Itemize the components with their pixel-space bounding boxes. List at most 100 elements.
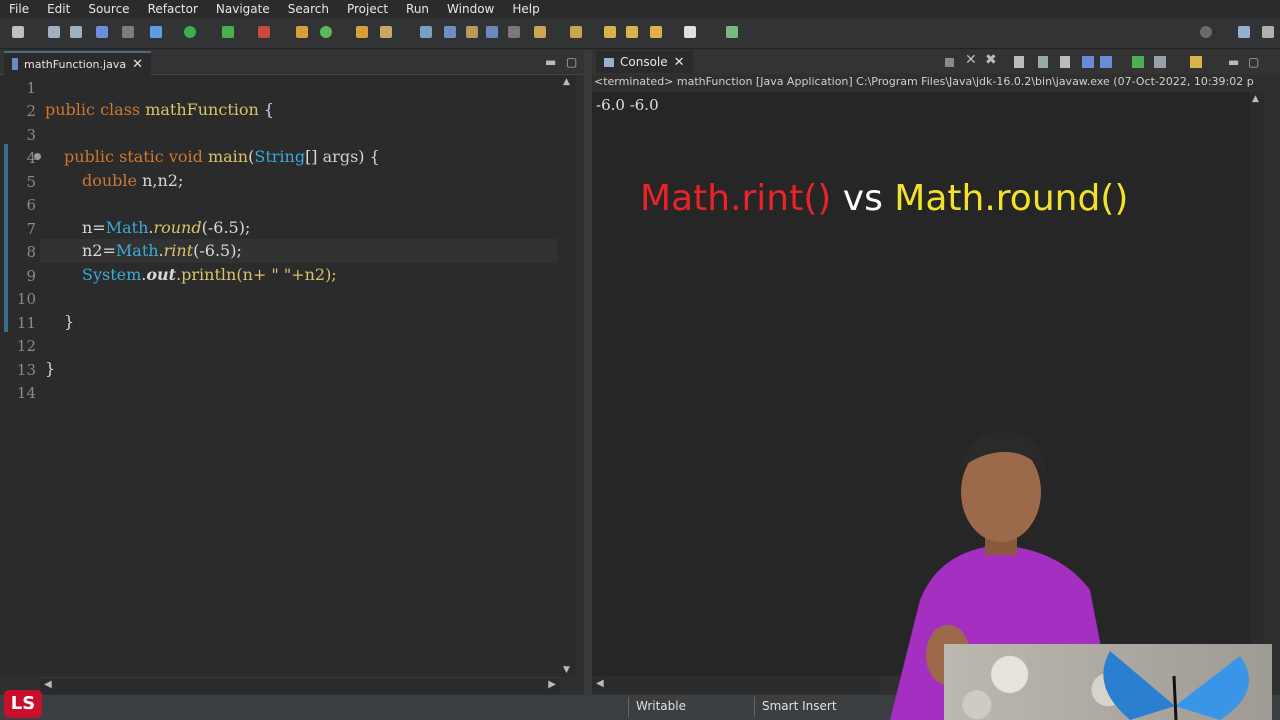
menu-navigate[interactable]: Navigate — [207, 2, 279, 16]
debug-view-icon[interactable] — [96, 26, 108, 38]
scroll-right-icon[interactable]: ▶ — [548, 679, 556, 690]
code-line-2: public class mathFunction { — [45, 100, 275, 119]
whitespace-icon[interactable] — [508, 26, 520, 38]
last-edit-icon[interactable] — [604, 26, 616, 38]
new-class-icon[interactable] — [320, 26, 332, 38]
arrow-right-icon[interactable] — [684, 26, 696, 38]
save-icon[interactable] — [48, 26, 60, 38]
minimize-icon[interactable]: ▬ — [545, 55, 556, 69]
maximize-icon[interactable]: ▢ — [566, 55, 577, 69]
butterfly-image — [1103, 651, 1249, 720]
menu-window[interactable]: Window — [438, 2, 503, 16]
clear-console-icon[interactable] — [1014, 56, 1024, 68]
scroll-left-icon[interactable]: ◀ — [596, 678, 604, 689]
coverage-icon[interactable] — [222, 26, 234, 38]
line-number: 3 — [26, 126, 36, 144]
external-tools-icon[interactable] — [258, 26, 270, 38]
block-selection-icon[interactable] — [466, 26, 478, 38]
pane-divider[interactable] — [584, 50, 592, 695]
scroll-lock-icon[interactable] — [1038, 56, 1048, 68]
overlay-rint: Math.rint() — [640, 178, 832, 219]
line-number: 6 — [26, 196, 36, 214]
tab-console[interactable]: Console ✕ — [596, 51, 693, 73]
tab-mathfunction-java[interactable]: mathFunction.java ✕ — [4, 51, 151, 75]
close-icon[interactable]: ✕ — [132, 57, 143, 72]
back-icon[interactable] — [626, 26, 638, 38]
console-output-text: -6.0 -6.0 — [596, 96, 659, 114]
menu-search[interactable]: Search — [279, 2, 338, 16]
editor-vertical-scrollbar[interactable]: ▲ ▼ — [560, 75, 576, 677]
maximize-icon[interactable]: ▢ — [1248, 55, 1259, 69]
overlay-vs: vs — [831, 178, 895, 219]
run-icon[interactable] — [184, 26, 196, 38]
code-line-11: } — [64, 312, 75, 331]
remove-launch-icon[interactable]: ✕ — [965, 52, 977, 68]
arrow-left-icon[interactable] — [650, 26, 662, 38]
line-number: 5 — [26, 173, 36, 191]
code-line-5: double n,n2; — [82, 171, 184, 190]
code-editor[interactable]: 1 2 3 4 5 6 7 8 9 10 11 12 13 14 public … — [0, 75, 560, 677]
line-number: 11 — [16, 314, 36, 332]
overlay-round: Math.round() — [894, 178, 1129, 219]
status-separator — [754, 697, 755, 717]
pin-console-icon[interactable] — [1132, 56, 1144, 68]
console-vertical-scrollbar[interactable]: ▲ — [1250, 92, 1264, 676]
menu-source[interactable]: Source — [79, 2, 138, 16]
line-number: 9 — [26, 267, 36, 285]
word-wrap-icon[interactable] — [1060, 56, 1070, 68]
menu-bar: File Edit Source Refactor Navigate Searc… — [0, 0, 1280, 18]
minimize-icon[interactable]: ▬ — [1228, 55, 1239, 69]
menu-file[interactable]: File — [0, 2, 38, 16]
prev-annotation-icon[interactable] — [570, 26, 582, 38]
line-number: 12 — [16, 337, 36, 355]
menu-run[interactable]: Run — [397, 2, 438, 16]
search-tool-icon[interactable] — [380, 26, 392, 38]
new-icon[interactable] — [12, 26, 24, 38]
show-stdout-icon[interactable] — [1082, 56, 1094, 68]
edit-icon[interactable] — [444, 26, 456, 38]
open-type-icon[interactable] — [356, 26, 368, 38]
console-horizontal-scrollbar[interactable]: ◀ — [592, 677, 880, 693]
menu-refactor[interactable]: Refactor — [139, 2, 207, 16]
menu-project[interactable]: Project — [338, 2, 397, 16]
editor-horizontal-scrollbar[interactable]: ◀ ▶ — [40, 677, 560, 694]
remove-all-icon[interactable]: ✖ — [985, 52, 997, 68]
editor-tab-bar: mathFunction.java ✕ ▬ ▢ — [0, 50, 584, 75]
console-icon — [604, 57, 614, 67]
new-package-icon[interactable] — [296, 26, 308, 38]
terminate-icon[interactable] — [945, 58, 954, 67]
next-annotation-icon[interactable] — [534, 26, 546, 38]
status-separator — [628, 697, 629, 717]
debug-icon[interactable] — [150, 26, 162, 38]
pin-editor-icon[interactable] — [726, 26, 738, 38]
open-console-icon[interactable] — [1190, 56, 1202, 68]
code-line-8: n2=Math.rint(-6.5); — [82, 241, 242, 260]
scroll-left-icon[interactable]: ◀ — [44, 679, 52, 690]
word-wrap-icon[interactable] — [486, 26, 498, 38]
console-process-status: <terminated> mathFunction [Java Applicat… — [594, 75, 1254, 88]
line-number: 14 — [16, 384, 36, 402]
scroll-up-icon[interactable]: ▲ — [1252, 94, 1259, 104]
search-icon[interactable] — [1200, 26, 1212, 38]
show-stderr-icon[interactable] — [1100, 56, 1112, 68]
video-title-overlay: Math.rint() vs Math.round() — [640, 178, 1128, 219]
method-collapse-icon[interactable] — [34, 153, 41, 160]
code-line-7: n=Math.round(-6.5); — [82, 218, 251, 237]
toggle-mark-icon[interactable] — [420, 26, 432, 38]
scroll-down-icon[interactable]: ▼ — [563, 665, 570, 675]
skip-breakpoints-icon[interactable] — [122, 26, 134, 38]
java-perspective-icon[interactable] — [1262, 26, 1274, 38]
line-number: 2 — [26, 102, 36, 120]
perspective-icon[interactable] — [1238, 26, 1250, 38]
code-line-13: } — [45, 359, 56, 378]
scroll-up-icon[interactable]: ▲ — [563, 77, 570, 87]
code-line-4: public static void main(String[] args) { — [64, 147, 380, 166]
java-file-icon — [12, 58, 18, 70]
menu-help[interactable]: Help — [503, 2, 548, 16]
menu-edit[interactable]: Edit — [38, 2, 79, 16]
display-console-icon[interactable] — [1154, 56, 1166, 68]
save-all-icon[interactable] — [70, 26, 82, 38]
close-icon[interactable]: ✕ — [674, 55, 685, 70]
console-tab-bar: Console ✕ ✕ ✖ ▬ ▢ — [592, 50, 1280, 74]
line-number: 10 — [16, 290, 36, 308]
